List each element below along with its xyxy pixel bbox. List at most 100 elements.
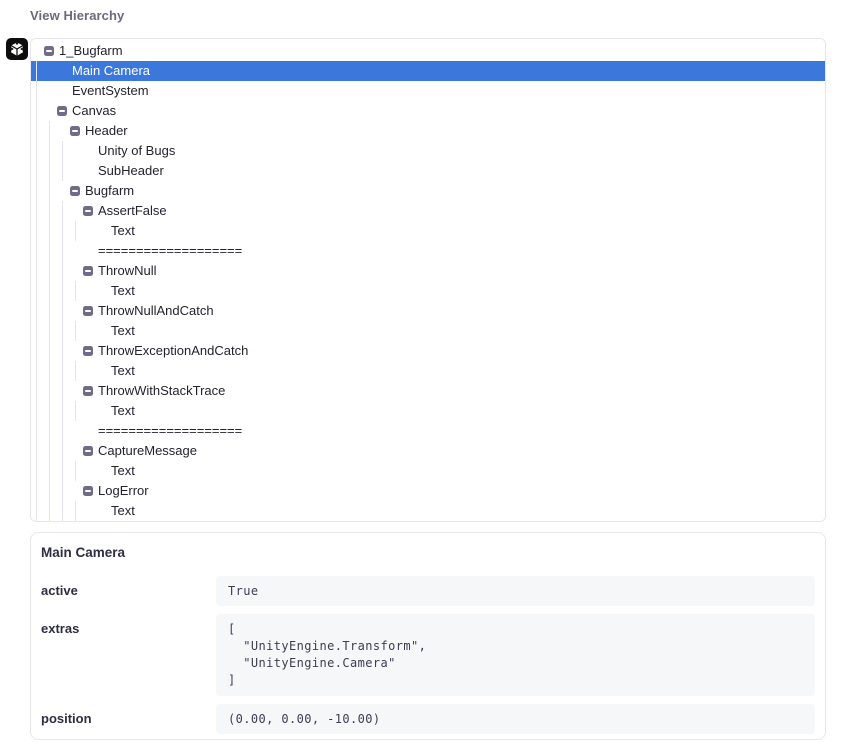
- tree-row[interactable]: Text: [31, 321, 825, 341]
- collapse-minus-icon[interactable]: [70, 126, 80, 136]
- indent-guides: [36, 201, 75, 221]
- tree-row[interactable]: CaptureMessage: [31, 441, 825, 461]
- collapse-toggle-slot: [44, 46, 59, 56]
- minus-glyph: [85, 390, 91, 392]
- collapse-toggle-slot: [70, 126, 85, 136]
- tree-row[interactable]: Text: [31, 361, 825, 381]
- tree-row[interactable]: Text: [31, 221, 825, 241]
- collapse-toggle-slot: [83, 446, 98, 456]
- tree-row-label: Text: [111, 321, 135, 341]
- tree-row[interactable]: ThrowWithStackTrace: [31, 381, 825, 401]
- indent-guide: [49, 461, 62, 481]
- tree-row-label: ThrowNullAndCatch: [98, 301, 214, 321]
- minus-glyph: [85, 310, 91, 312]
- indent-guide: [36, 101, 49, 121]
- tree-row[interactable]: ThrowNull: [31, 261, 825, 281]
- indent-guide: [49, 161, 62, 181]
- indent-guide: [49, 121, 62, 141]
- tree-row[interactable]: Text: [31, 401, 825, 421]
- tree-row[interactable]: Text: [31, 501, 825, 521]
- indent-guide: [62, 261, 75, 281]
- indent-guides: [36, 281, 88, 301]
- indent-guide: [62, 201, 75, 221]
- collapse-minus-icon[interactable]: [70, 186, 80, 196]
- tree-row[interactable]: Header: [31, 121, 825, 141]
- indent-guide: [36, 421, 49, 441]
- field-label-position: position: [41, 704, 216, 734]
- tree-row[interactable]: LogError: [31, 481, 825, 501]
- tree-row[interactable]: Unity of Bugs: [31, 141, 825, 161]
- indent-guide: [62, 321, 75, 341]
- indent-guide: [36, 261, 49, 281]
- collapse-toggle-slot: [83, 206, 98, 216]
- indent-guide: [62, 241, 75, 261]
- indent-guide: [49, 341, 62, 361]
- indent-guides: [36, 61, 49, 81]
- minus-glyph: [85, 270, 91, 272]
- indent-guides: [36, 421, 75, 441]
- indent-guide: [62, 161, 75, 181]
- indent-guide: [36, 161, 49, 181]
- field-label-active: active: [41, 576, 216, 606]
- indent-guide: [49, 401, 62, 421]
- indent-guide: [75, 501, 88, 521]
- indent-guide: [62, 281, 75, 301]
- tree-row[interactable]: ThrowNullAndCatch: [31, 301, 825, 321]
- minus-glyph: [85, 350, 91, 352]
- tree-row-selected[interactable]: Main Camera: [31, 61, 825, 81]
- tree-row-label: Text: [111, 221, 135, 241]
- collapse-minus-icon[interactable]: [57, 106, 67, 116]
- tree-row[interactable]: EventSystem: [31, 81, 825, 101]
- indent-guides: [36, 321, 88, 341]
- tree-row[interactable]: AssertFalse: [31, 201, 825, 221]
- field-value-position: (0.00, 0.00, -10.00): [216, 704, 815, 734]
- collapse-minus-icon[interactable]: [83, 306, 93, 316]
- indent-guide: [36, 181, 49, 201]
- page-title: View Hierarchy: [30, 8, 124, 23]
- indent-guide: [36, 241, 49, 261]
- tree-row-label: ===================: [98, 421, 242, 441]
- indent-guides: [36, 401, 88, 421]
- tree-row[interactable]: Canvas: [31, 101, 825, 121]
- indent-guide: [49, 381, 62, 401]
- tree-row-label: Canvas: [72, 101, 116, 121]
- tree-row[interactable]: Bugfarm: [31, 181, 825, 201]
- indent-guide: [49, 241, 62, 261]
- indent-guides: [36, 301, 75, 321]
- tree-row[interactable]: ===================: [31, 241, 825, 261]
- collapse-minus-icon[interactable]: [83, 266, 93, 276]
- indent-guide: [49, 261, 62, 281]
- minus-glyph: [72, 130, 78, 132]
- tree-row-label: Main Camera: [72, 61, 150, 81]
- minus-glyph: [72, 190, 78, 192]
- indent-guides: [36, 361, 88, 381]
- indent-guide: [75, 401, 88, 421]
- indent-guides: [36, 241, 75, 261]
- collapse-minus-icon[interactable]: [83, 446, 93, 456]
- collapse-toggle-slot: [70, 186, 85, 196]
- collapse-minus-icon[interactable]: [83, 486, 93, 496]
- tree-row[interactable]: Text: [31, 281, 825, 301]
- tree-row[interactable]: SubHeader: [31, 161, 825, 181]
- indent-guide: [62, 401, 75, 421]
- indent-guide: [49, 441, 62, 461]
- tree-row[interactable]: ===================: [31, 421, 825, 441]
- indent-guide: [36, 321, 49, 341]
- collapse-minus-icon[interactable]: [83, 386, 93, 396]
- tree-row[interactable]: ThrowExceptionAndCatch: [31, 341, 825, 361]
- indent-guides: [36, 261, 75, 281]
- indent-guides: [36, 441, 75, 461]
- tree-row-label: Header: [85, 121, 128, 141]
- tree-row[interactable]: Text: [31, 461, 825, 481]
- collapse-minus-icon[interactable]: [83, 346, 93, 356]
- indent-guide: [36, 201, 49, 221]
- collapse-minus-icon[interactable]: [44, 46, 54, 56]
- tree-row-label: EventSystem: [72, 81, 149, 101]
- collapse-toggle-slot: [83, 486, 98, 496]
- minus-glyph: [85, 450, 91, 452]
- indent-guide: [36, 481, 49, 501]
- indent-guide: [36, 341, 49, 361]
- collapse-minus-icon[interactable]: [83, 206, 93, 216]
- indent-guide: [36, 81, 49, 101]
- tree-row[interactable]: 1_Bugfarm: [31, 41, 825, 61]
